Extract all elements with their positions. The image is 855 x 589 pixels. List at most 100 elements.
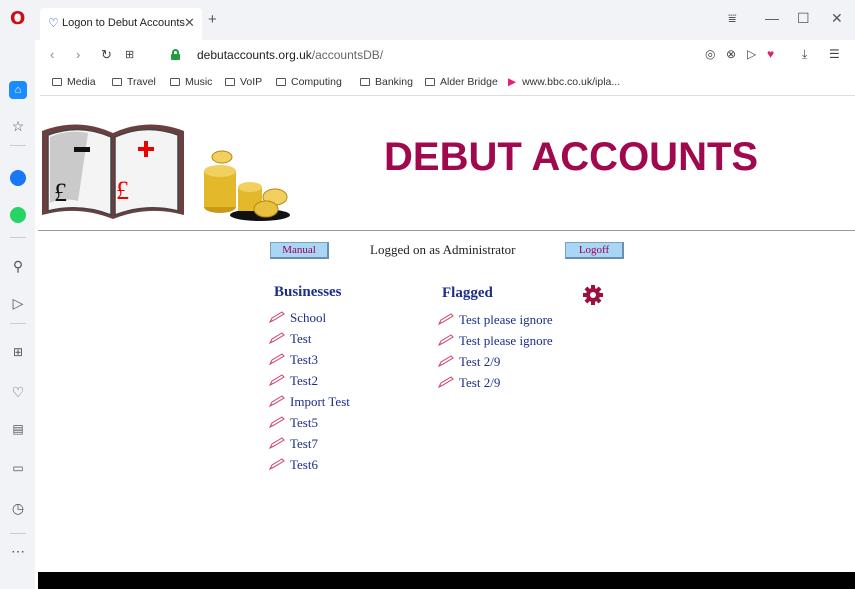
speed-dial-icon[interactable]: ⊞ <box>125 48 134 61</box>
more-icon[interactable]: ⋯ <box>10 543 26 560</box>
heart-icon[interactable]: ♥ <box>767 47 774 61</box>
book-logo: £ £ <box>42 124 184 219</box>
send-icon[interactable]: ▷ <box>10 295 26 312</box>
business-link[interactable]: Test2 <box>290 373 318 388</box>
web-page: £ £ DEBUT ACCOUNTS Manual Logged on as A… <box>38 97 855 589</box>
tab-menu-icon[interactable]: ⩸ <box>728 10 737 27</box>
list-item: Test2 <box>269 373 350 394</box>
pencil-icon[interactable] <box>269 353 286 365</box>
minimize-icon[interactable]: — <box>765 10 779 26</box>
list-item: Test6 <box>269 457 350 478</box>
flagged-link[interactable]: Test please ignore <box>459 312 553 327</box>
businesses-heading: Businesses <box>274 284 342 300</box>
sidebar-divider <box>10 323 26 324</box>
business-link[interactable]: Test3 <box>290 352 318 367</box>
close-window-icon[interactable]: ✕ <box>831 10 843 27</box>
banner-divider <box>38 230 855 231</box>
bookmark-media[interactable]: Media <box>52 76 96 88</box>
pencil-icon[interactable] <box>269 395 286 407</box>
pencil-icon[interactable] <box>438 334 455 346</box>
pencil-icon[interactable] <box>269 416 286 428</box>
folder-icon <box>52 78 62 86</box>
bookmark-label: Computing <box>291 76 342 88</box>
messenger-icon[interactable] <box>10 170 26 186</box>
folder-icon <box>170 78 180 86</box>
pound-red-icon: £ <box>116 176 129 205</box>
bookmark-banking[interactable]: Banking <box>360 76 413 88</box>
bookmark-label: www.bbc.co.uk/ipla... <box>522 76 621 88</box>
list-item: Test 2/9 <box>438 354 553 375</box>
business-link[interactable]: Import Test <box>290 394 350 409</box>
search-icon[interactable]: ⚲ <box>10 258 26 275</box>
bookmark-travel[interactable]: Travel <box>112 76 156 88</box>
list-item: Test7 <box>269 436 350 457</box>
folder-icon <box>225 78 235 86</box>
businesses-list: School Test Test3 Test2 Import Test Test… <box>269 310 350 478</box>
pencil-icon[interactable] <box>269 374 286 386</box>
business-link[interactable]: Test6 <box>290 457 318 472</box>
news-icon[interactable]: ▤ <box>10 422 26 436</box>
maximize-icon[interactable]: ☐ <box>797 10 810 27</box>
flagged-heading: Flagged <box>442 285 493 301</box>
easy-setup-icon[interactable]: ☰ <box>829 47 840 61</box>
new-tab-icon[interactable]: + <box>208 11 217 28</box>
heart-icon[interactable]: ♡ <box>10 384 26 401</box>
bookmark-label: Alder Bridge <box>440 76 498 88</box>
url-domain: debutaccounts.org.uk <box>197 48 312 62</box>
pencil-icon[interactable] <box>438 376 455 388</box>
bookmark-bbc[interactable]: ▶ www.bbc.co.uk/ipla... <box>508 76 620 88</box>
pencil-icon[interactable] <box>438 313 455 325</box>
whatsapp-icon[interactable] <box>10 207 26 223</box>
pencil-icon[interactable] <box>269 332 286 344</box>
pencil-icon[interactable] <box>438 355 455 367</box>
history-icon[interactable]: ◷ <box>10 500 26 517</box>
bookmark-alder-bridge[interactable]: Alder Bridge <box>425 76 498 88</box>
speed-dial-icon[interactable]: ⊞ <box>10 345 26 359</box>
lock-icon[interactable] <box>171 49 180 60</box>
pencil-icon[interactable] <box>269 458 286 470</box>
bookmark-computing[interactable]: Computing <box>276 76 342 88</box>
browser-titlebar: O ♡ Logon to Debut Accounts ✕ + ⩸ — ☐ ✕ <box>0 0 855 40</box>
pencil-icon[interactable] <box>269 311 286 323</box>
pound-icon: £ <box>54 178 67 207</box>
download-icon[interactable]: ⤓ <box>802 47 807 62</box>
list-item: Test 2/9 <box>438 375 553 396</box>
opera-logo-icon[interactable]: O <box>10 8 26 29</box>
send-icon[interactable]: ▷ <box>747 47 756 61</box>
tabs-icon[interactable]: ▭ <box>10 461 26 475</box>
flagged-link[interactable]: Test 2/9 <box>459 354 500 369</box>
bbc-iplayer-icon: ▶ <box>508 76 517 88</box>
flagged-link[interactable]: Test 2/9 <box>459 375 500 390</box>
reload-icon[interactable]: ↻ <box>101 47 112 63</box>
business-link[interactable]: Test5 <box>290 415 318 430</box>
url-field[interactable]: debutaccounts.org.uk/accountsDB/ <box>197 48 383 62</box>
folder-icon <box>112 78 122 86</box>
list-item: Test <box>269 331 350 352</box>
tab-close-icon[interactable]: ✕ <box>184 15 195 31</box>
business-link[interactable]: Test7 <box>290 436 318 451</box>
star-icon[interactable]: ☆ <box>10 118 26 135</box>
back-icon[interactable]: ‹ <box>50 47 54 62</box>
list-item: School <box>269 310 350 331</box>
adblock-icon[interactable]: ⊗ <box>726 47 736 61</box>
logoff-button[interactable]: Logoff <box>565 242 624 259</box>
folder-icon <box>425 78 435 86</box>
list-item: Import Test <box>269 394 350 415</box>
footer-bar <box>38 572 855 589</box>
flagged-link[interactable]: Test please ignore <box>459 333 553 348</box>
forward-icon[interactable]: › <box>76 47 80 62</box>
snapshot-icon[interactable]: ◎ <box>705 47 715 61</box>
browser-tab[interactable]: ♡ Logon to Debut Accounts ✕ <box>40 8 202 40</box>
bookmark-voip[interactable]: VoIP <box>225 76 262 88</box>
gear-icon[interactable] <box>583 285 603 305</box>
business-link[interactable]: School <box>290 310 326 325</box>
folder-icon <box>276 78 286 86</box>
home-icon[interactable]: ⌂ <box>9 81 27 99</box>
business-link[interactable]: Test <box>290 331 311 346</box>
bookmark-music[interactable]: Music <box>170 76 212 88</box>
manual-button[interactable]: Manual <box>270 242 329 259</box>
address-bar: ‹ › ↻ ⊞ debutaccounts.org.uk/accountsDB/… <box>40 40 855 70</box>
pencil-icon[interactable] <box>269 437 286 449</box>
sidebar-divider <box>10 237 26 238</box>
flagged-list: Test please ignore Test please ignore Te… <box>438 312 553 396</box>
